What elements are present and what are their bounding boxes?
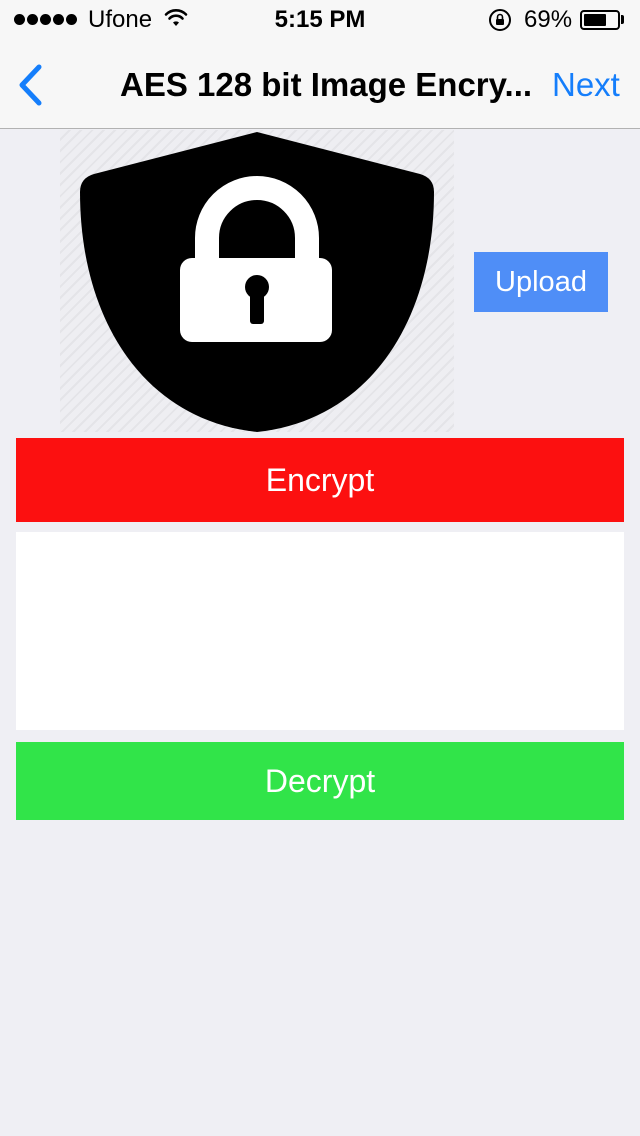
decrypt-button[interactable]: Decrypt — [16, 742, 624, 820]
navigation-bar: AES 128 bit Image Encry... Next — [0, 40, 640, 129]
encrypt-button[interactable]: Encrypt — [16, 438, 624, 522]
page-title: AES 128 bit Image Encry... — [120, 66, 533, 103]
battery-level-fill — [584, 14, 606, 26]
rotation-lock-icon — [489, 9, 511, 31]
status-bar: Ufone 5:15 PM 69% — [0, 0, 640, 40]
upload-button[interactable]: Upload — [474, 252, 608, 312]
output-text-area[interactable] — [16, 532, 624, 730]
next-button[interactable]: Next — [552, 66, 620, 104]
chevron-left-icon[interactable] — [12, 60, 52, 110]
shield-lock-icon — [80, 132, 434, 432]
battery-icon — [580, 10, 620, 30]
battery-percentage: 69% — [524, 6, 573, 33]
battery-cap — [621, 15, 624, 24]
image-preview — [60, 130, 454, 432]
